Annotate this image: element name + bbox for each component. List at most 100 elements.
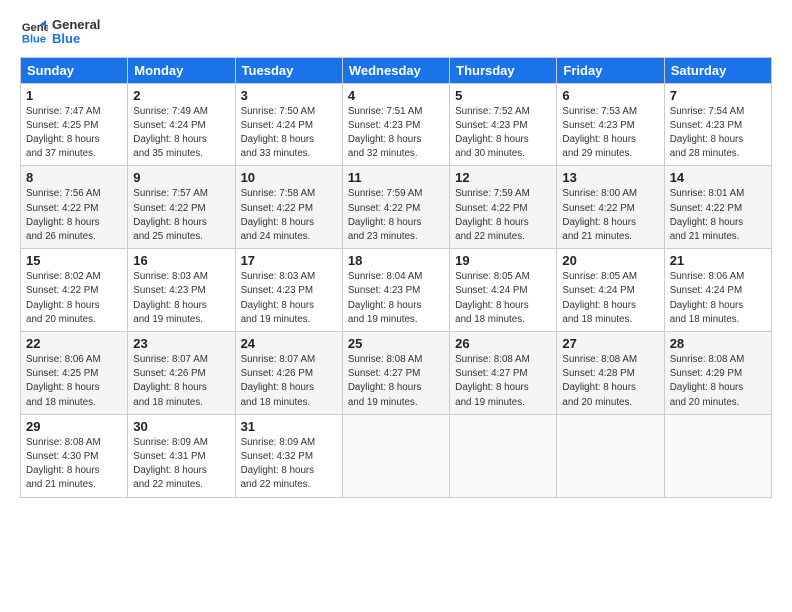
- weekday-tuesday: Tuesday: [235, 57, 342, 83]
- day-number: 14: [670, 170, 766, 185]
- day-number: 22: [26, 336, 122, 351]
- day-info: Sunrise: 8:07 AMSunset: 4:26 PMDaylight:…: [241, 353, 337, 410]
- calendar-cell: [557, 414, 664, 497]
- day-number: 5: [455, 88, 551, 103]
- calendar-cell: 15 Sunrise: 8:02 AMSunset: 4:22 PMDayligh…: [21, 249, 128, 332]
- day-info: Sunrise: 8:09 AMSunset: 4:31 PMDaylight:…: [133, 436, 229, 493]
- calendar-cell: 19 Sunrise: 8:05 AMSunset: 4:24 PMDayligh…: [450, 249, 557, 332]
- calendar-cell: 6 Sunrise: 7:53 AMSunset: 4:23 PMDaylight…: [557, 83, 664, 166]
- calendar-cell: 31 Sunrise: 8:09 AMSunset: 4:32 PMDayligh…: [235, 414, 342, 497]
- svg-text:Blue: Blue: [22, 34, 46, 46]
- day-info: Sunrise: 8:08 AMSunset: 4:30 PMDaylight:…: [26, 436, 122, 493]
- calendar-week-5: 29Sunrise: 8:08 AMSunset: 4:30 PMDayligh…: [21, 414, 772, 497]
- day-info: Sunrise: 8:08 AMSunset: 4:27 PMDaylight:…: [455, 353, 551, 410]
- calendar-cell: 3Sunrise: 7:50 AMSunset: 4:24 PMDaylight…: [235, 83, 342, 166]
- day-info: Sunrise: 8:01 AMSunset: 4:22 PMDaylight:…: [670, 187, 766, 244]
- day-number: 1: [26, 88, 122, 103]
- calendar-cell: 14 Sunrise: 8:01 AMSunset: 4:22 PMDayligh…: [664, 166, 771, 249]
- calendar-cell: 26 Sunrise: 8:08 AMSunset: 4:27 PMDayligh…: [450, 332, 557, 415]
- day-number: 20: [562, 253, 658, 268]
- calendar-cell: 7 Sunrise: 7:54 AMSunset: 4:23 PMDaylight…: [664, 83, 771, 166]
- calendar-table: SundayMondayTuesdayWednesdayThursdayFrid…: [20, 57, 772, 498]
- day-info: Sunrise: 7:51 AMSunset: 4:23 PMDaylight:…: [348, 105, 444, 162]
- calendar-cell: 9 Sunrise: 7:57 AMSunset: 4:22 PMDaylight…: [128, 166, 235, 249]
- calendar-cell: 22 Sunrise: 8:06 AMSunset: 4:25 PMDayligh…: [21, 332, 128, 415]
- calendar-cell: 30Sunrise: 8:09 AMSunset: 4:31 PMDayligh…: [128, 414, 235, 497]
- calendar-cell: 27Sunrise: 8:08 AMSunset: 4:28 PMDayligh…: [557, 332, 664, 415]
- weekday-wednesday: Wednesday: [342, 57, 449, 83]
- day-info: Sunrise: 7:57 AMSunset: 4:22 PMDaylight:…: [133, 187, 229, 244]
- day-number: 16: [133, 253, 229, 268]
- day-info: Sunrise: 8:08 AMSunset: 4:29 PMDaylight:…: [670, 353, 766, 410]
- header: General Blue General Blue: [20, 18, 772, 47]
- day-number: 10: [241, 170, 337, 185]
- day-number: 9: [133, 170, 229, 185]
- day-number: 11: [348, 170, 444, 185]
- calendar-cell: 5 Sunrise: 7:52 AMSunset: 4:23 PMDaylight…: [450, 83, 557, 166]
- day-number: 19: [455, 253, 551, 268]
- day-info: Sunrise: 8:09 AMSunset: 4:32 PMDaylight:…: [241, 436, 337, 493]
- day-number: 18: [348, 253, 444, 268]
- weekday-thursday: Thursday: [450, 57, 557, 83]
- weekday-friday: Friday: [557, 57, 664, 83]
- day-number: 6: [562, 88, 658, 103]
- day-number: 7: [670, 88, 766, 103]
- day-info: Sunrise: 8:06 AMSunset: 4:25 PMDaylight:…: [26, 353, 122, 410]
- day-info: Sunrise: 7:47 AMSunset: 4:25 PMDaylight:…: [26, 105, 122, 162]
- weekday-sunday: Sunday: [21, 57, 128, 83]
- day-info: Sunrise: 8:07 AMSunset: 4:26 PMDaylight:…: [133, 353, 229, 410]
- day-info: Sunrise: 7:52 AMSunset: 4:23 PMDaylight:…: [455, 105, 551, 162]
- calendar-cell: [450, 414, 557, 497]
- weekday-saturday: Saturday: [664, 57, 771, 83]
- day-info: Sunrise: 8:03 AMSunset: 4:23 PMDaylight:…: [241, 270, 337, 327]
- day-info: Sunrise: 7:50 AMSunset: 4:24 PMDaylight:…: [241, 105, 337, 162]
- calendar-week-4: 22 Sunrise: 8:06 AMSunset: 4:25 PMDayligh…: [21, 332, 772, 415]
- calendar-cell: 1 Sunrise: 7:47 AMSunset: 4:25 PMDaylight…: [21, 83, 128, 166]
- calendar-cell: 16Sunrise: 8:03 AMSunset: 4:23 PMDayligh…: [128, 249, 235, 332]
- day-number: 21: [670, 253, 766, 268]
- weekday-monday: Monday: [128, 57, 235, 83]
- day-info: Sunrise: 7:59 AMSunset: 4:22 PMDaylight:…: [348, 187, 444, 244]
- calendar-cell: [342, 414, 449, 497]
- day-number: 31: [241, 419, 337, 434]
- day-number: 4: [348, 88, 444, 103]
- calendar-week-2: 8Sunrise: 7:56 AMSunset: 4:22 PMDaylight…: [21, 166, 772, 249]
- day-number: 8: [26, 170, 122, 185]
- day-info: Sunrise: 7:49 AMSunset: 4:24 PMDaylight:…: [133, 105, 229, 162]
- day-info: Sunrise: 7:53 AMSunset: 4:23 PMDaylight:…: [562, 105, 658, 162]
- calendar-cell: 18 Sunrise: 8:04 AMSunset: 4:23 PMDayligh…: [342, 249, 449, 332]
- day-info: Sunrise: 8:08 AMSunset: 4:28 PMDaylight:…: [562, 353, 658, 410]
- logo-general: General: [52, 18, 100, 32]
- calendar-cell: 23Sunrise: 8:07 AMSunset: 4:26 PMDayligh…: [128, 332, 235, 415]
- logo: General Blue General Blue: [20, 18, 100, 47]
- day-number: 15: [26, 253, 122, 268]
- day-info: Sunrise: 8:02 AMSunset: 4:22 PMDaylight:…: [26, 270, 122, 327]
- day-info: Sunrise: 8:05 AMSunset: 4:24 PMDaylight:…: [562, 270, 658, 327]
- calendar-cell: 17 Sunrise: 8:03 AMSunset: 4:23 PMDayligh…: [235, 249, 342, 332]
- day-info: Sunrise: 8:05 AMSunset: 4:24 PMDaylight:…: [455, 270, 551, 327]
- calendar-cell: [664, 414, 771, 497]
- day-number: 25: [348, 336, 444, 351]
- day-number: 17: [241, 253, 337, 268]
- day-info: Sunrise: 7:54 AMSunset: 4:23 PMDaylight:…: [670, 105, 766, 162]
- logo-blue: Blue: [52, 32, 100, 46]
- day-info: Sunrise: 7:58 AMSunset: 4:22 PMDaylight:…: [241, 187, 337, 244]
- day-number: 12: [455, 170, 551, 185]
- calendar-cell: 25Sunrise: 8:08 AMSunset: 4:27 PMDayligh…: [342, 332, 449, 415]
- calendar-cell: 20 Sunrise: 8:05 AMSunset: 4:24 PMDayligh…: [557, 249, 664, 332]
- calendar-cell: 12Sunrise: 7:59 AMSunset: 4:22 PMDayligh…: [450, 166, 557, 249]
- calendar-cell: 2 Sunrise: 7:49 AMSunset: 4:24 PMDaylight…: [128, 83, 235, 166]
- day-info: Sunrise: 8:04 AMSunset: 4:23 PMDaylight:…: [348, 270, 444, 327]
- day-number: 26: [455, 336, 551, 351]
- day-info: Sunrise: 8:00 AMSunset: 4:22 PMDaylight:…: [562, 187, 658, 244]
- day-number: 2: [133, 88, 229, 103]
- logo-icon: General Blue: [20, 18, 48, 46]
- page: General Blue General Blue SundayMondayTu…: [0, 0, 792, 508]
- calendar-cell: 10 Sunrise: 7:58 AMSunset: 4:22 PMDayligh…: [235, 166, 342, 249]
- weekday-header-row: SundayMondayTuesdayWednesdayThursdayFrid…: [21, 57, 772, 83]
- calendar-cell: 29Sunrise: 8:08 AMSunset: 4:30 PMDayligh…: [21, 414, 128, 497]
- calendar-cell: 13 Sunrise: 8:00 AMSunset: 4:22 PMDayligh…: [557, 166, 664, 249]
- calendar-cell: 24 Sunrise: 8:07 AMSunset: 4:26 PMDayligh…: [235, 332, 342, 415]
- day-number: 13: [562, 170, 658, 185]
- day-number: 24: [241, 336, 337, 351]
